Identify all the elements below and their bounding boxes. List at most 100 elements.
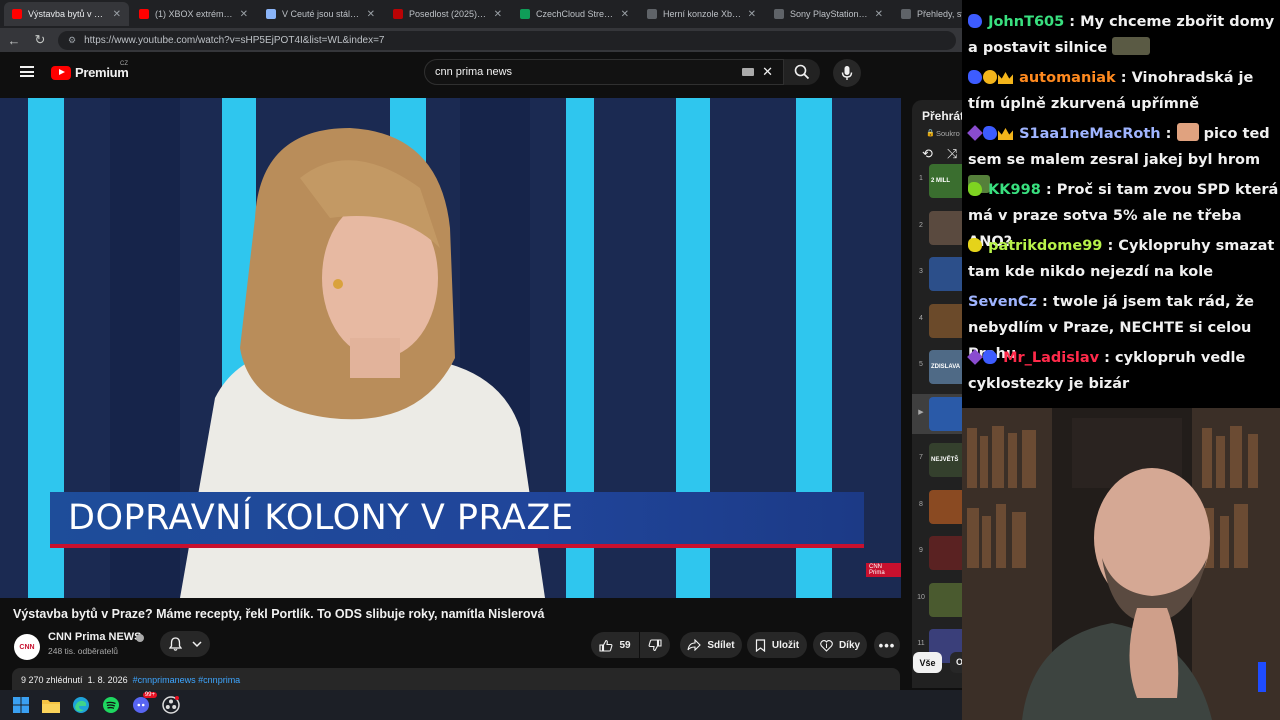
playlist-item[interactable]: 8 <box>912 487 962 527</box>
crown-badge-icon <box>998 128 1013 140</box>
playlist-item[interactable]: 4 <box>912 301 962 341</box>
windows-start-icon[interactable] <box>11 695 31 715</box>
gem-badge-icon <box>967 349 983 365</box>
site-favicon-icon <box>647 9 657 19</box>
thumbs-down-icon <box>648 638 662 651</box>
playlist-item-index: 3 <box>919 268 923 275</box>
browser-tab[interactable]: Posedlost (2025) | ČSFD ✕ <box>385 2 510 26</box>
tab-label: CzechCloud Stream - W <box>536 9 615 19</box>
shuffle-icon[interactable]: ⤨ <box>947 146 957 162</box>
search-icon <box>794 64 810 80</box>
chip-all[interactable]: Vše <box>913 652 942 673</box>
playlist-panel: Přehrát 🔒 Soukro ⟲ ⤨ 1 2 MILL 2 3 4 5 ZDISLAVA… <box>912 100 962 688</box>
sheets-favicon-icon <box>520 9 530 19</box>
sub-badge-icon <box>968 182 982 196</box>
browser-tab[interactable]: Herní konzole Xbox Seri ✕ <box>639 2 764 26</box>
sub-badge-icon <box>983 126 997 140</box>
playlist-item-index: 11 <box>917 640 925 647</box>
playlist-item[interactable]: 3 <box>912 254 962 294</box>
video-title: Výstavba bytů v Praze? Máme recepty, řek… <box>13 607 545 621</box>
youtube-header: Premium CZ ✕ <box>0 52 962 92</box>
url-field[interactable]: ⚙ https://www.youtube.com/watch?v=sHP5Ej… <box>58 30 956 50</box>
tab-label: Přehledy, statisti <box>917 9 962 19</box>
browser-tab-bar: Výstavba bytů v Praze? M ✕ (1) XBOX extré… <box>0 0 962 28</box>
playlist-thumbnail <box>929 582 962 617</box>
notification-badge: 99+ <box>142 692 157 698</box>
close-tab-icon[interactable]: ✕ <box>494 9 502 20</box>
close-tab-icon[interactable]: ✕ <box>875 9 883 20</box>
clear-search-icon[interactable]: ✕ <box>762 64 773 80</box>
playlist-title[interactable]: Přehrát <box>922 109 962 123</box>
sub-badge-icon <box>968 14 982 28</box>
youtube-play-logo-icon <box>51 65 71 80</box>
browser-tab[interactable]: V Ceuté jsou stále tisíce ✕ <box>258 2 383 26</box>
more-actions-button[interactable]: ••• <box>874 632 900 658</box>
chevron-down-icon <box>191 640 202 647</box>
microphone-icon <box>841 66 853 80</box>
emote-icon <box>1112 37 1151 55</box>
now-playing-icon: ▶ <box>918 408 924 416</box>
menu-icon[interactable] <box>20 66 34 77</box>
playlist-item-index: 9 <box>919 547 923 554</box>
channel-avatar[interactable]: CNN <box>14 634 40 660</box>
back-icon[interactable]: ← <box>6 33 22 48</box>
search-box: ✕ <box>424 59 784 85</box>
playlist-item[interactable]: 9 <box>912 533 962 573</box>
playlist-item[interactable]: 5 ZDISLAVA <box>912 347 962 387</box>
close-tab-icon[interactable]: ✕ <box>113 9 121 20</box>
close-tab-icon[interactable]: ✕ <box>240 9 248 20</box>
share-label: Sdílet <box>707 639 735 651</box>
edge-icon[interactable] <box>71 695 91 715</box>
browser-tab[interactable]: (1) XBOX extrémně zdra ✕ <box>131 2 256 26</box>
video-player[interactable]: DOPRAVNÍ KOLONY V PRAZE CNN Prima <box>0 98 901 598</box>
hashtags[interactable]: #cnnprimanews #cnnprima <box>133 675 241 685</box>
reload-icon[interactable]: ↻ <box>32 32 48 48</box>
bell-icon <box>168 637 182 651</box>
lower-third-text: DOPRAVNÍ KOLONY V PRAZE <box>68 498 574 538</box>
search-button[interactable] <box>784 59 820 85</box>
description-box[interactable]: 9 270 zhlédnutí 1. 8. 2026 #cnnprimanews… <box>12 668 900 690</box>
browser-tab[interactable]: Sony PlayStation 4 Slim ✕ <box>766 2 891 26</box>
file-explorer-icon[interactable] <box>41 695 61 715</box>
keyboard-icon[interactable] <box>742 68 755 76</box>
sub-badge-icon <box>968 70 982 84</box>
csfd-favicon-icon <box>393 9 403 19</box>
playlist-item[interactable]: 1 2 MILL <box>912 161 962 201</box>
thanks-label: Díky <box>838 639 861 651</box>
playlist-item-index: 1 <box>919 175 923 182</box>
discord-icon[interactable]: 99+ <box>131 692 157 715</box>
playlist-thumbnail <box>929 489 962 524</box>
playlist-thumbnail: 2 MILL <box>929 164 962 198</box>
dislike-button[interactable] <box>640 632 670 658</box>
subscribed-button[interactable] <box>160 631 210 657</box>
search-input[interactable] <box>435 66 743 78</box>
gem-badge-icon <box>967 125 983 141</box>
close-tab-icon[interactable]: ✕ <box>748 9 756 20</box>
site-favicon-icon <box>266 9 276 19</box>
loop-icon[interactable]: ⟲ <box>922 146 933 162</box>
playlist-item[interactable]: 7 NEJVĚTŠ <box>912 440 962 480</box>
browser-tab[interactable]: Přehledy, statisti <box>893 2 962 26</box>
spotify-icon[interactable] <box>101 695 121 715</box>
browser-tab[interactable]: CzechCloud Stream - W ✕ <box>512 2 637 26</box>
like-button[interactable]: 59 <box>591 632 639 658</box>
obs-icon[interactable] <box>161 695 181 715</box>
thumbs-up-icon <box>599 639 613 652</box>
playlist-item[interactable]: ▶ <box>912 393 962 434</box>
bookmark-icon <box>755 638 765 652</box>
site-info-icon[interactable]: ⚙ <box>68 35 76 46</box>
thanks-button[interactable]: Díky <box>813 632 867 658</box>
close-tab-icon[interactable]: ✕ <box>367 9 375 20</box>
chat-username: KK998 <box>988 182 1041 198</box>
subscriber-count: 248 tis. odběratelů <box>48 646 118 656</box>
voice-search-button[interactable] <box>833 59 861 87</box>
channel-name[interactable]: CNN Prima NEWS <box>48 631 142 643</box>
save-button[interactable]: Uložit <box>747 632 807 658</box>
share-button[interactable]: Sdílet <box>680 632 742 658</box>
tab-label: Výstavba bytů v Praze? M <box>28 9 107 19</box>
close-tab-icon[interactable]: ✕ <box>621 9 629 20</box>
playlist-item[interactable]: 2 <box>912 208 962 248</box>
youtube-logo[interactable]: Premium <box>51 65 129 80</box>
playlist-item[interactable]: 10 <box>912 580 962 620</box>
browser-tab[interactable]: Výstavba bytů v Praze? M ✕ <box>4 2 129 26</box>
